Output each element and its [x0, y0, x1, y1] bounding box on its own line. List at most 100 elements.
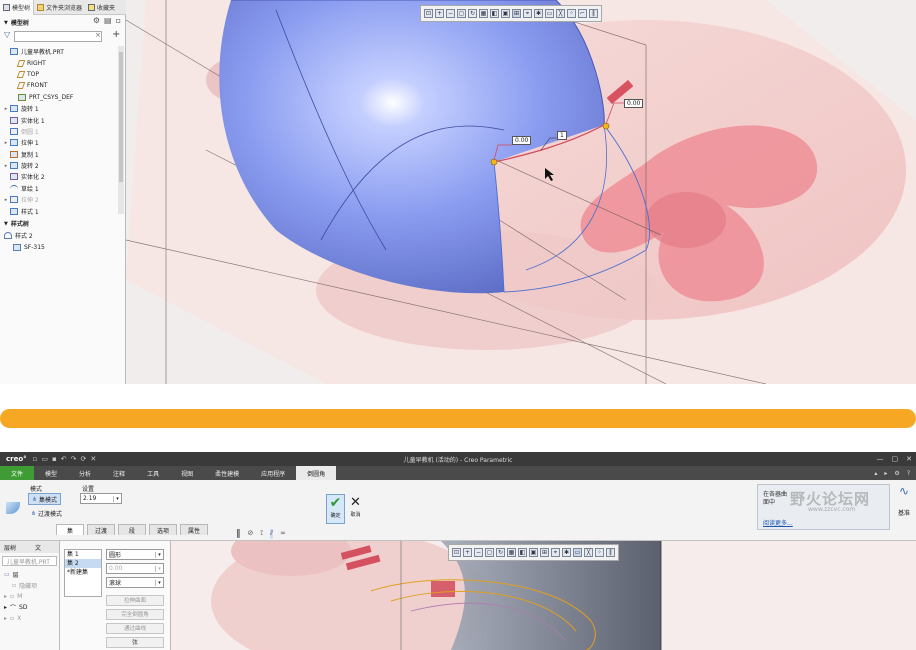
reorient-icon[interactable]: ↻	[468, 9, 477, 18]
tree-item[interactable]: RIGHT	[2, 57, 118, 68]
zoom-in-icon[interactable]: +	[435, 9, 444, 18]
minimize-icon[interactable]: —	[877, 455, 884, 463]
reorient-icon[interactable]: ↻	[496, 548, 505, 557]
open-file-icon[interactable]: ▭	[41, 455, 48, 463]
zoom-out-icon[interactable]: −	[474, 548, 483, 557]
repaint-icon[interactable]: ▢	[485, 548, 494, 557]
through-curve-button[interactable]: 通过曲线	[106, 623, 164, 634]
tree-scrollbar[interactable]	[118, 46, 124, 214]
radius-input[interactable]: 2.19 ▾	[80, 493, 122, 504]
expand-icon[interactable]: ▸	[2, 140, 10, 146]
tree-item[interactable]: 倒圆 1	[2, 126, 118, 137]
ok-button[interactable]: ✔ 确定	[326, 494, 345, 524]
verify-icon[interactable]: ∞	[280, 529, 286, 539]
annotation-icon[interactable]: ⌖	[523, 9, 532, 18]
dashboard-tab[interactable]: 选项	[149, 524, 177, 535]
tree-item[interactable]: ▸ 拉伸 1	[2, 137, 118, 148]
menu-tab[interactable]: 注释	[102, 466, 136, 480]
show-icon[interactable]: ▤	[104, 16, 112, 25]
point-display-icon[interactable]: ⁘	[595, 548, 604, 557]
expand-icon[interactable]: ▸	[2, 163, 10, 169]
no-preview-icon[interactable]: ⊘	[248, 529, 254, 539]
full-round-button[interactable]: 完全倒圆角	[106, 609, 164, 620]
profile-select[interactable]: 滚球 ▾	[106, 577, 164, 588]
list-item[interactable]: SF-315	[4, 241, 45, 252]
extend-surfaces-button[interactable]: 拉伸曲面	[106, 595, 164, 606]
tree-item[interactable]: ▸ 旋转 1	[2, 103, 118, 114]
repaint-icon[interactable]: ▢	[457, 9, 466, 18]
detached-preview-icon[interactable]: ⫽	[269, 529, 274, 539]
list-item[interactable]: *新建集	[65, 568, 101, 577]
learn-more-link[interactable]: 阅读更多...	[763, 518, 793, 527]
graphics-window-2[interactable]: ⊡ + − ▢ ↻ ▦ ◧ ▣ ⊞ ⌖ ✱ ▭ ╳ ⁘ ‖	[171, 526, 916, 650]
tree-item[interactable]: ▸ 拉伸 2	[2, 194, 118, 205]
tree-item[interactable]: PRT_CSYS_DEF	[2, 92, 118, 103]
dimension-label-2[interactable]: 0.00	[624, 99, 644, 108]
graphics-window[interactable]: 0.00 0.00 1 ⊡ + − ▢ ↻ ▦ ◧ ▣ ⊞ ⌖ ✱ ▭ ╳ ⁘ …	[125, 0, 916, 384]
tree-item[interactable]: 实体化 1	[2, 114, 118, 125]
list-item[interactable]: 样式 2	[4, 230, 45, 241]
dashboard-tab[interactable]: 段	[118, 524, 146, 535]
tree-item[interactable]: 样式 1	[2, 205, 118, 216]
dashboard-tab[interactable]: 过渡	[87, 524, 115, 535]
dimension-label-3[interactable]: 1	[557, 131, 567, 140]
tree-item[interactable]: 儿童早教机.PRT	[2, 46, 118, 57]
list-item[interactable]: ▸ ⌒ SD	[0, 602, 59, 613]
csys-display-icon[interactable]: ⌐	[578, 9, 587, 18]
settings-icon[interactable]: ⚙	[93, 16, 100, 25]
shape-select[interactable]: 圆形 ▾	[106, 549, 164, 560]
close-icon[interactable]: ✕	[906, 455, 912, 463]
collapse-ribbon-icon[interactable]: ▴	[874, 470, 877, 477]
sets-list[interactable]: 集 1 集 2 *新建集	[64, 549, 102, 597]
pause-icon[interactable]: ‖	[589, 9, 598, 18]
annotation-icon[interactable]: ⌖	[551, 548, 560, 557]
list-item[interactable]: ▸ ▫ X	[0, 613, 59, 624]
spin-center-icon[interactable]: ✱	[562, 548, 571, 557]
nav-icon[interactable]: ▸	[884, 470, 887, 477]
zoom-out-icon[interactable]: −	[446, 9, 455, 18]
saved-views-icon[interactable]: ▦	[507, 548, 516, 557]
settings-icon[interactable]: ⚙	[894, 470, 899, 477]
display-style-icon[interactable]: ◧	[490, 9, 499, 18]
value-select[interactable]: 0.00 ▾	[106, 563, 164, 574]
pause-icon[interactable]: ‖	[606, 548, 615, 557]
folder-tab[interactable]: 文	[35, 543, 41, 552]
menu-tab[interactable]: 视图	[170, 466, 204, 480]
plane-display-icon[interactable]: ▭	[573, 548, 582, 557]
menu-tab[interactable]: 应用程序	[250, 466, 296, 480]
view-manager-icon[interactable]: ▣	[501, 9, 510, 18]
list-item[interactable]: 集 1	[65, 550, 101, 559]
pane-icon[interactable]: ▫	[116, 16, 121, 25]
layer-search[interactable]: 儿童早教机.PRT	[2, 556, 57, 566]
tab-model-tree[interactable]: 模型树	[0, 0, 35, 15]
datum-display-icon[interactable]: ⊞	[512, 9, 521, 18]
add-icon[interactable]: +	[112, 29, 120, 40]
tree-item[interactable]: 复制 1	[2, 149, 118, 160]
dimension-label-1[interactable]: 0.00	[512, 136, 532, 145]
help-icon[interactable]: ?	[907, 470, 910, 477]
refit-icon[interactable]: ⊡	[424, 9, 433, 18]
refit-icon[interactable]: ⊡	[452, 548, 461, 557]
view-manager-icon[interactable]: ▣	[529, 548, 538, 557]
expand-icon[interactable]: ▸	[2, 197, 10, 203]
dashboard-tab[interactable]: 集	[56, 524, 84, 535]
search-clear-icon[interactable]: ×	[95, 31, 101, 39]
close-window-icon[interactable]: ✕	[90, 455, 96, 463]
tree-item[interactable]: ▸ 旋转 2	[2, 160, 118, 171]
regenerate-icon[interactable]: ⟳	[81, 455, 87, 463]
new-file-icon[interactable]: ▫	[33, 455, 38, 463]
set-mode-button[interactable]: ⋔ 集模式	[28, 493, 62, 505]
tree-search-input[interactable]	[14, 31, 102, 42]
datum-display-icon[interactable]: ⊞	[540, 548, 549, 557]
axis-display-icon[interactable]: ╳	[584, 548, 593, 557]
transition-mode-button[interactable]: ⋔ 过渡模式	[28, 507, 65, 519]
filter-icon[interactable]: ▽	[4, 30, 10, 39]
menu-tab[interactable]: 分析	[68, 466, 102, 480]
pause-icon[interactable]: ‖	[236, 529, 241, 539]
list-item[interactable]: ▫ 隐藏项	[0, 580, 59, 591]
spin-center-icon[interactable]: ✱	[534, 9, 543, 18]
attached-preview-icon[interactable]: ⟟	[260, 529, 263, 539]
dashboard-tab[interactable]: 属性	[180, 524, 208, 535]
expand-icon[interactable]: ▸	[2, 106, 10, 112]
style-tree-header[interactable]: ▼ 样式树	[4, 219, 29, 229]
